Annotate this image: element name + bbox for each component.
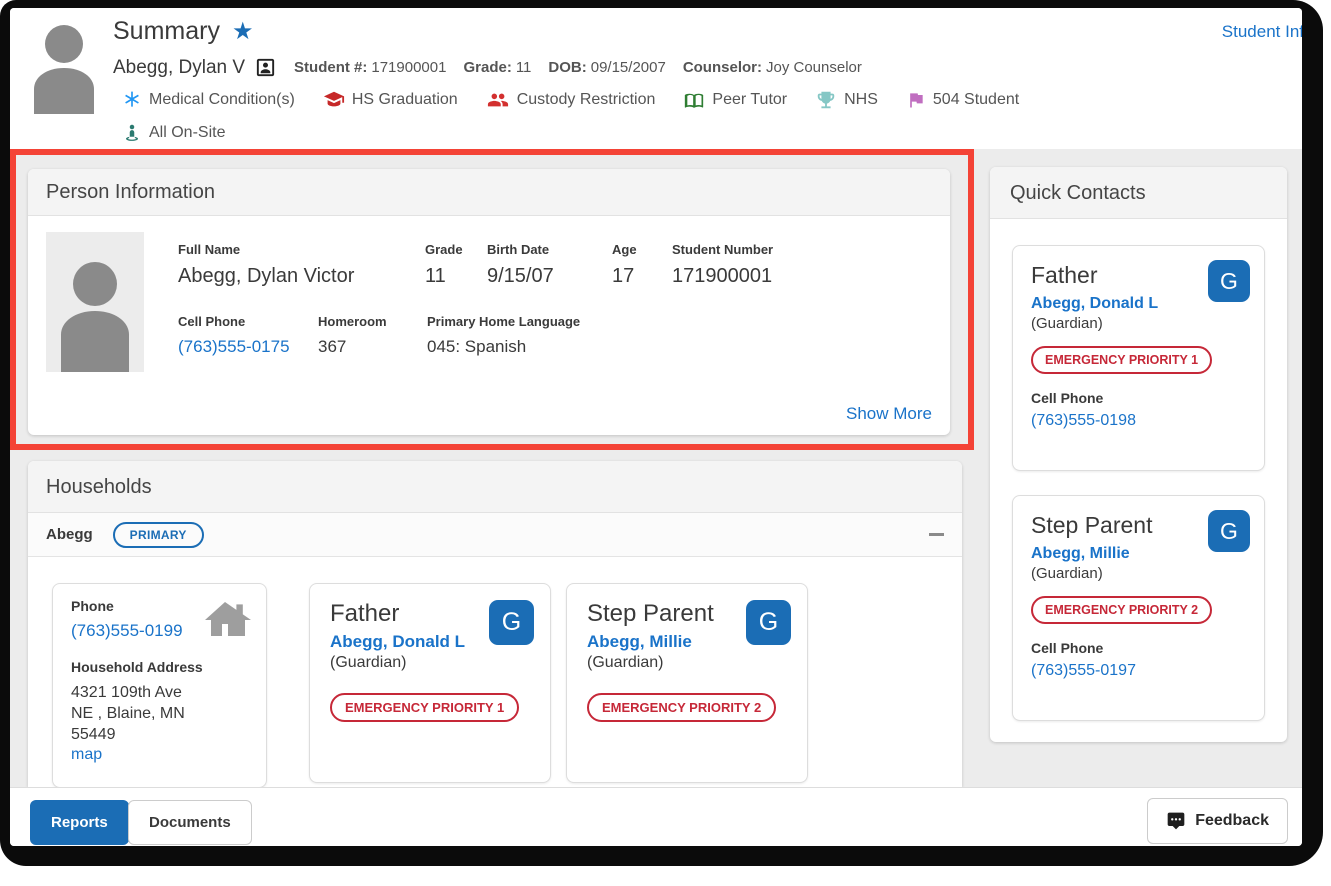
student-avatar: [30, 22, 98, 114]
page-title: Summary: [113, 17, 220, 46]
emergency-priority-badge: EMERGENCY PRIORITY 1: [330, 693, 519, 722]
map-link[interactable]: map: [71, 746, 102, 764]
student-name: Abegg, Dylan V: [113, 57, 245, 79]
action-bar: Reports Documents Feedback: [10, 787, 1302, 846]
household-row-abegg[interactable]: Abegg PRIMARY: [28, 513, 962, 557]
emergency-priority-badge: EMERGENCY PRIORITY 2: [587, 693, 776, 722]
member-relation: (Guardian): [587, 654, 787, 672]
favorite-star-icon[interactable]: [232, 20, 254, 44]
student-header: Summary Abegg, Dylan V Student #:1719000…: [10, 8, 1302, 149]
field-primary-home-language: Primary Home Language 045: Spanish: [427, 314, 580, 357]
reports-button[interactable]: Reports: [30, 800, 129, 845]
flag-icon: [906, 90, 926, 110]
household-address-label: Household Address: [71, 659, 248, 675]
app-window: Summary Abegg, Dylan V Student #:1719000…: [10, 8, 1302, 846]
graduation-cap-icon: [323, 89, 345, 111]
quick-contacts-panel: Quick Contacts Father Abegg, Donald L (G…: [990, 167, 1287, 742]
trophy-icon: [815, 89, 837, 111]
student-flags: Medical Condition(s) HS Graduation Custo…: [122, 89, 1019, 155]
quick-contact-card-step-parent: Step Parent Abegg, Millie (Guardian) G E…: [1012, 495, 1265, 721]
flag-peer-tutor[interactable]: Peer Tutor: [683, 90, 787, 110]
guardian-badge[interactable]: G: [746, 600, 791, 645]
field-student-number: Student Number 171900001: [672, 242, 773, 288]
contact-phone-link[interactable]: (763)555-0198: [1031, 412, 1246, 430]
primary-badge: PRIMARY: [113, 522, 204, 548]
student-grade: Grade:11: [463, 59, 531, 76]
onsite-person-icon: [122, 122, 142, 144]
student-photo-placeholder: [46, 232, 144, 372]
person-information-title: Person Information: [28, 169, 950, 216]
contact-relation: (Guardian): [1031, 565, 1246, 582]
emergency-priority-badge: EMERGENCY PRIORITY 1: [1031, 346, 1212, 374]
student-dob: DOB:09/15/2007: [548, 59, 665, 76]
student-number: Student #:171900001: [294, 59, 446, 76]
student-counselor: Counselor:Joy Counselor: [683, 59, 862, 76]
field-full-name: Full Name Abegg, Dylan Victor: [178, 242, 354, 288]
field-grade: Grade 11: [425, 242, 463, 288]
households-title: Households: [28, 461, 962, 513]
flag-504-student[interactable]: 504 Student: [906, 90, 1019, 110]
show-more-link[interactable]: Show More: [846, 404, 932, 424]
guardian-badge[interactable]: G: [1208, 260, 1250, 302]
field-birth-date: Birth Date 9/15/07: [487, 242, 554, 288]
households-card: Households Abegg PRIMARY Phone (763)555-…: [28, 461, 962, 787]
guardian-badge[interactable]: G: [1208, 510, 1250, 552]
medical-icon: [122, 90, 142, 110]
household-address: 4321 109th Ave NE , Blaine, MN 55449: [71, 682, 248, 745]
student-info-strip: Student #:171900001 Grade:11 DOB:09/15/2…: [294, 59, 862, 76]
book-icon: [683, 90, 705, 110]
quick-contact-card-father: Father Abegg, Donald L (Guardian) G EMER…: [1012, 245, 1265, 471]
flag-all-on-site[interactable]: All On-Site: [122, 122, 225, 144]
cell-phone-link[interactable]: (763)555-0175: [178, 337, 290, 357]
household-member-card-step-parent: Step Parent Abegg, Millie (Guardian) G E…: [566, 583, 808, 783]
field-cell-phone: Cell Phone (763)555-0175: [178, 314, 290, 357]
feedback-button[interactable]: Feedback: [1147, 798, 1288, 844]
contact-relation: (Guardian): [1031, 315, 1246, 332]
collapse-minus-icon[interactable]: [929, 533, 944, 536]
emergency-priority-badge: EMERGENCY PRIORITY 2: [1031, 596, 1212, 624]
person-information-card: Person Information Full Name Abegg, Dyla…: [28, 169, 950, 435]
field-homeroom: Homeroom 367: [318, 314, 387, 357]
flag-hs-graduation[interactable]: HS Graduation: [323, 89, 458, 111]
guardian-badge[interactable]: G: [489, 600, 534, 645]
household-member-card-father: Father Abegg, Donald L (Guardian) G EMER…: [309, 583, 551, 783]
cell-phone-label: Cell Phone: [1031, 390, 1246, 406]
member-relation: (Guardian): [330, 654, 530, 672]
student-information-link[interactable]: Student Inf: [1222, 22, 1302, 42]
contact-card-icon[interactable]: [254, 56, 277, 79]
cell-phone-label: Cell Phone: [1031, 640, 1246, 656]
speech-bubble-icon: [1166, 811, 1186, 831]
home-icon: [202, 596, 254, 649]
documents-button[interactable]: Documents: [128, 800, 252, 845]
contact-phone-link[interactable]: (763)555-0197: [1031, 662, 1246, 680]
feedback-label: Feedback: [1195, 812, 1269, 830]
field-age: Age 17: [612, 242, 637, 288]
flag-medical[interactable]: Medical Condition(s): [122, 90, 295, 110]
quick-contacts-title: Quick Contacts: [990, 167, 1287, 219]
flag-nhs[interactable]: NHS: [815, 89, 878, 111]
household-address-card: Phone (763)555-0199 Household Address 43…: [52, 583, 267, 787]
household-name: Abegg: [46, 526, 93, 543]
flag-custody-restriction[interactable]: Custody Restriction: [486, 89, 656, 111]
custody-icon: [486, 89, 510, 111]
